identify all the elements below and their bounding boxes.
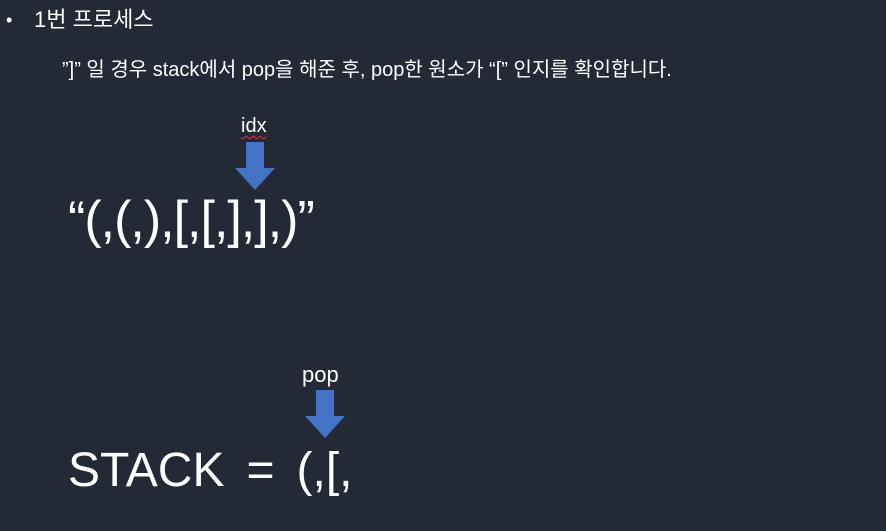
stack-display: STACK = (,[,: [68, 436, 353, 506]
bracket-expression: “(,(,),[,[,],],)”: [68, 191, 315, 249]
down-arrow-icon: [235, 142, 275, 190]
down-arrow-icon: [305, 390, 345, 438]
stack-equals: =: [246, 444, 275, 497]
bullet-marker: •: [6, 10, 13, 30]
stack-label: STACK: [68, 444, 225, 497]
idx-label: idx: [241, 115, 267, 137]
pop-label: pop: [302, 362, 339, 387]
slide-description: ”]” 일 경우 stack에서 pop을 해준 후, pop한 원소가 “[”…: [62, 59, 672, 81]
slide: • 1번 프로세스 ”]” 일 경우 stack에서 pop을 해준 후, po…: [0, 0, 886, 531]
slide-heading: 1번 프로세스: [34, 7, 154, 32]
stack-contents: (,[,: [296, 444, 353, 497]
